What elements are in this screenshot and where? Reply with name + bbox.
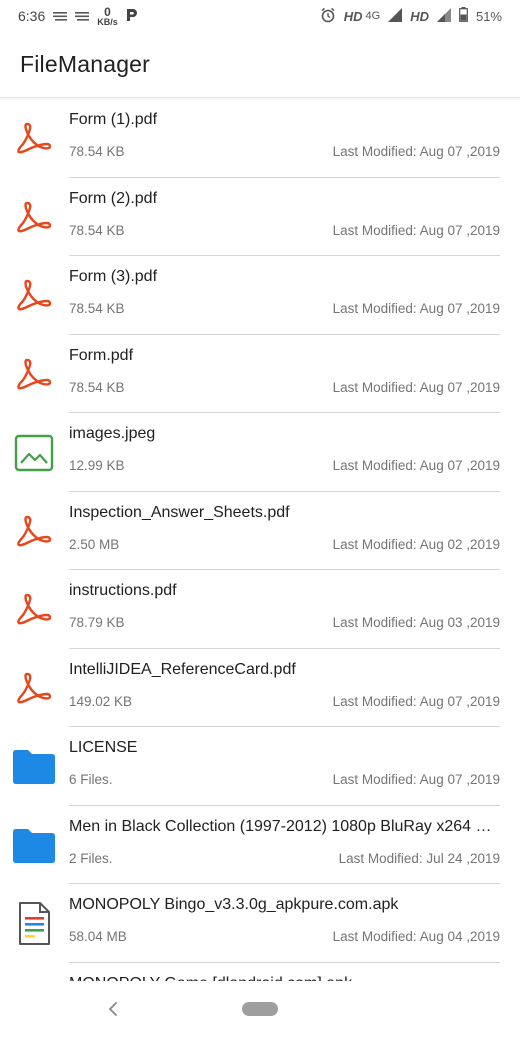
net-speed-value: 0 — [104, 4, 111, 19]
hd-voice-label: HD — [410, 8, 429, 24]
file-size: 2.50 MB — [69, 536, 120, 552]
home-pill-icon[interactable] — [242, 1002, 278, 1016]
file-last-modified: Last Modified: Aug 02 ,2019 — [332, 536, 500, 552]
file-name: Inspection_Answer_Sheets.pdf — [69, 503, 290, 521]
file-list-item[interactable]: MONOPOLY Game [dlandroid.com].apk — [0, 963, 520, 982]
image-icon — [12, 431, 56, 475]
file-size: 78.79 KB — [69, 615, 125, 630]
file-list-item[interactable]: Inspection_Answer_Sheets.pdf 2.50 MB Last … — [0, 492, 520, 570]
file-name: Form.pdf — [69, 346, 134, 364]
file-size: 78.54 KB — [69, 222, 125, 238]
file-name: Men in Black Collection (1997-2012) 1080… — [69, 817, 501, 835]
pdf-icon — [12, 667, 56, 711]
file-list-item[interactable]: Form.pdf 78.54 KB Last Modified: Aug 07 ,2… — [0, 335, 520, 413]
signal-icon — [436, 7, 451, 25]
folder-icon — [12, 824, 56, 868]
file-last-modified: Last Modified: Jul 24 ,2019 — [338, 850, 500, 866]
network-type-label: 4G — [365, 10, 381, 22]
file-last-modified: Last Modified: Aug 07 ,2019 — [332, 772, 500, 787]
file-name: images.jpeg — [69, 425, 156, 442]
alarm-clock-icon — [320, 7, 336, 26]
file-last-modified: Last Modified: Aug 07 ,2019 — [332, 144, 500, 159]
notification-lines-icon — [53, 8, 68, 24]
file-size: 6 Files. — [69, 772, 113, 787]
file-size: 12.99 KB — [69, 458, 125, 473]
status-time: 6:36 — [18, 8, 46, 24]
battery-percentage: 51% — [475, 8, 502, 24]
battery-icon — [459, 7, 468, 25]
status-bar: 6:36 0 KB/s HD 4G HD 51% — [0, 0, 520, 32]
pdf-icon — [12, 274, 56, 318]
p-app-icon — [126, 8, 138, 25]
file-list-item[interactable]: IntelliJIDEA_ReferenceCard.pdf 149.02 KB L… — [0, 649, 520, 727]
file-list-item[interactable]: Form (3).pdf 78.54 KB Last Modified: Aug 0… — [0, 256, 520, 335]
navigation-bar — [0, 982, 520, 1040]
file-name: MONOPOLY Bingo_v3.3.0g_apkpure.com.apk — [69, 896, 399, 913]
notification-lines-icon — [75, 8, 90, 24]
app-bar: FileManager — [0, 32, 520, 98]
file-list-item[interactable]: MONOPOLY Bingo_v3.3.0g_apkpure.com.apk 58… — [0, 884, 520, 963]
back-chevron-icon[interactable] — [103, 996, 123, 1022]
file-list-item[interactable]: Form (2).pdf 78.54 KB Last Modified: Aug 0… — [0, 178, 520, 256]
file-size: 78.54 KB — [69, 301, 125, 316]
file-list-item[interactable]: LICENSE 6 Files. Last Modified: Aug 07 ,20… — [0, 727, 520, 806]
apk-icon — [12, 902, 56, 946]
file-name: Form (3).pdf — [69, 268, 158, 285]
pdf-icon — [12, 588, 56, 632]
file-list-item[interactable]: Men in Black Collection (1997-2012) 1080… — [0, 806, 520, 884]
file-last-modified: Last Modified: Aug 04 ,2019 — [332, 929, 500, 944]
hd-voice-label: HD — [343, 8, 363, 24]
page-title: FileManager — [20, 51, 151, 77]
file-last-modified: Last Modified: Aug 07 ,2019 — [332, 301, 500, 316]
pdf-icon — [12, 353, 56, 397]
file-name: instructions.pdf — [69, 582, 177, 599]
pdf-icon — [12, 510, 56, 554]
file-size: 149.02 KB — [69, 693, 133, 709]
file-size: 78.54 KB — [69, 379, 125, 395]
file-size: 78.54 KB — [69, 144, 125, 159]
file-list-item[interactable]: Form (1).pdf 78.54 KB Last Modified: Aug 0… — [0, 99, 520, 178]
file-name: IntelliJIDEA_ReferenceCard.pdf — [69, 660, 296, 678]
apk-icon — [12, 980, 56, 981]
file-name: Form (1).pdf — [69, 111, 158, 128]
file-last-modified: Last Modified: Aug 07 ,2019 — [332, 379, 500, 395]
file-last-modified: Last Modified: Aug 07 ,2019 — [332, 458, 500, 473]
file-size: 58.04 MB — [69, 929, 127, 944]
file-name: Form (2).pdf — [69, 189, 158, 207]
file-last-modified: Last Modified: Aug 07 ,2019 — [332, 693, 500, 709]
signal-icon — [388, 7, 403, 25]
file-list[interactable]: Form (1).pdf 78.54 KB Last Modified: Aug 0… — [0, 99, 520, 981]
folder-icon — [12, 745, 56, 789]
pdf-icon — [12, 196, 56, 240]
file-name: LICENSE — [69, 739, 138, 756]
pdf-icon — [12, 117, 56, 161]
file-list-item[interactable]: images.jpeg 12.99 KB Last Modified: Aug 07… — [0, 413, 520, 492]
file-last-modified: Last Modified: Aug 07 ,2019 — [332, 222, 500, 238]
file-size: 2 Files. — [69, 850, 113, 866]
file-name: MONOPOLY Game [dlandroid.com].apk — [69, 975, 501, 982]
file-last-modified: Last Modified: Aug 03 ,2019 — [332, 615, 500, 630]
net-speed-unit: KB/s — [97, 16, 118, 27]
net-speed-indicator: 0 KB/s — [97, 4, 118, 27]
file-list-item[interactable]: instructions.pdf 78.79 KB Last Modified: A… — [0, 570, 520, 649]
